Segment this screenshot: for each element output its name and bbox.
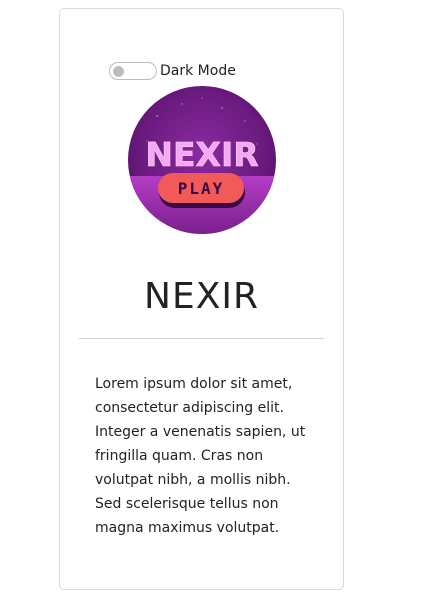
divider: [79, 338, 324, 339]
dark-mode-toggle-row: Dark Mode: [109, 61, 236, 81]
logo-play-text: PLAY: [178, 179, 225, 198]
logo-text: NEXIR: [145, 135, 258, 174]
dark-mode-label: Dark Mode: [160, 63, 236, 79]
nexir-logo-icon: NEXIR PLAY: [128, 86, 276, 234]
dark-mode-toggle[interactable]: [109, 62, 157, 80]
toggle-knob: [113, 66, 124, 77]
page-title: NEXIR: [144, 276, 259, 317]
description-text: Lorem ipsum dolor sit amet, consectetur …: [95, 376, 306, 536]
